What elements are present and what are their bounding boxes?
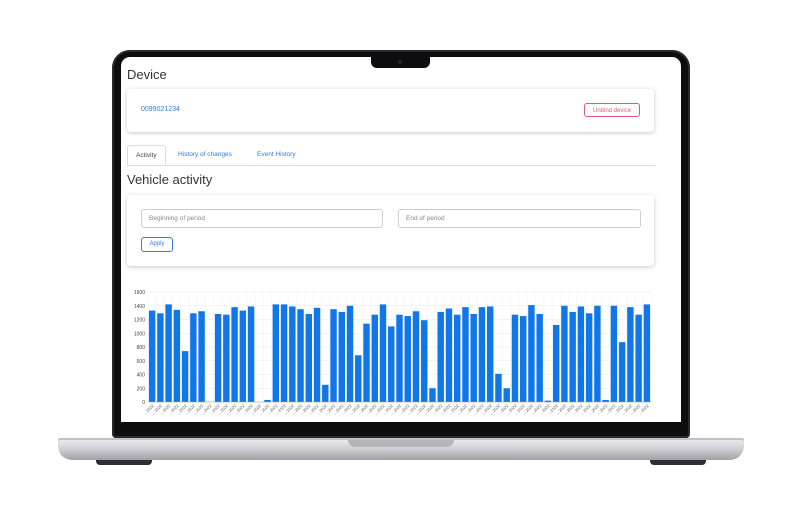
y-tick-label: 600 xyxy=(137,359,146,365)
chart-bar[interactable] xyxy=(223,314,230,402)
chart-bar[interactable] xyxy=(371,314,378,402)
chart-bar[interactable] xyxy=(165,304,172,403)
chart-bar[interactable] xyxy=(305,314,313,402)
chart-bar[interactable] xyxy=(247,306,255,402)
chart-bar[interactable] xyxy=(445,308,453,403)
unbind-device-button[interactable]: Unbind device xyxy=(584,103,640,117)
chart-bar[interactable] xyxy=(511,314,519,402)
chart-bar[interactable] xyxy=(404,316,411,402)
filter-card: Beginning of period End of period Apply xyxy=(127,195,654,266)
page-title: Device xyxy=(127,67,167,82)
chart-bar[interactable] xyxy=(355,355,362,402)
period-start-input[interactable]: Beginning of period xyxy=(141,209,383,228)
chart-bar[interactable] xyxy=(462,307,469,403)
chart-bar[interactable] xyxy=(577,306,585,402)
chart-bar[interactable] xyxy=(412,311,420,402)
tab-bar: Activity History of changes Event Histor… xyxy=(127,145,655,166)
chart-bar[interactable] xyxy=(585,313,593,402)
section-title: Vehicle activity xyxy=(127,172,213,187)
device-card: 0099021234 Unbind device xyxy=(127,89,654,132)
chart-bar[interactable] xyxy=(486,306,494,402)
chart-bar[interactable] xyxy=(289,306,296,402)
chart-bar[interactable] xyxy=(148,310,156,402)
tab-history-of-changes[interactable]: History of changes xyxy=(178,145,232,165)
chart-bar[interactable] xyxy=(388,326,395,403)
chart-bar[interactable] xyxy=(346,305,354,402)
chart-bar[interactable] xyxy=(519,316,527,402)
laptop-foot-left xyxy=(96,460,152,465)
chart-bar[interactable] xyxy=(338,311,345,402)
screen: Device 0099021234 Unbind device Activity… xyxy=(121,57,681,422)
y-tick-label: 1200 xyxy=(134,318,145,324)
chart-bar[interactable] xyxy=(396,314,403,402)
period-end-input[interactable]: End of period xyxy=(398,209,641,228)
screen-bezel xyxy=(121,422,681,434)
chart-bar[interactable] xyxy=(157,313,164,402)
chart-bar[interactable] xyxy=(313,307,321,402)
chart-bar[interactable] xyxy=(602,399,609,402)
chart-bar[interactable] xyxy=(330,309,337,402)
chart-bar[interactable] xyxy=(635,314,642,402)
y-tick-label: 400 xyxy=(137,373,146,379)
chart-bar[interactable] xyxy=(231,307,238,403)
y-tick-label: 1000 xyxy=(134,331,145,337)
chart-bar[interactable] xyxy=(379,304,387,403)
chart-bar[interactable] xyxy=(280,304,288,403)
chart-bar[interactable] xyxy=(198,311,205,402)
y-tick-label: 0 xyxy=(142,400,145,406)
chart-bar[interactable] xyxy=(470,314,477,402)
chart-bar[interactable] xyxy=(173,309,181,403)
y-tick-label: 200 xyxy=(137,386,146,392)
chart-bar[interactable] xyxy=(429,388,436,402)
chart-bar[interactable] xyxy=(297,309,304,402)
chart-bar[interactable] xyxy=(536,314,543,402)
activity-chart: 02004006008001000120014001600…2022…2022…… xyxy=(134,290,652,416)
chart-bar[interactable] xyxy=(421,320,428,402)
chart-bar[interactable] xyxy=(618,342,626,402)
y-tick-label: 1400 xyxy=(134,304,145,310)
chart-bar[interactable] xyxy=(214,314,222,402)
chart-bar[interactable] xyxy=(454,314,461,402)
chart-bar[interactable] xyxy=(190,313,197,402)
chart-bar[interactable] xyxy=(363,323,370,403)
chart-bar[interactable] xyxy=(437,311,444,402)
tab-activity[interactable]: Activity xyxy=(127,145,166,165)
camera-icon xyxy=(398,60,402,64)
chart-bar[interactable] xyxy=(503,388,510,402)
y-tick-label: 1600 xyxy=(134,290,145,296)
laptop-thumb-notch xyxy=(348,440,454,447)
apply-button[interactable]: Apply xyxy=(141,237,173,252)
chart-bar[interactable] xyxy=(264,399,271,402)
chart-bar[interactable] xyxy=(495,373,502,402)
y-tick-label: 800 xyxy=(137,345,146,351)
chart-bar[interactable] xyxy=(561,305,568,402)
chart-bar[interactable] xyxy=(627,307,634,403)
laptop-foot-right xyxy=(650,460,706,465)
chart-bar[interactable] xyxy=(594,305,601,402)
chart-bar[interactable] xyxy=(610,305,618,402)
chart-bar[interactable] xyxy=(272,304,280,403)
chart-bar[interactable] xyxy=(643,304,651,403)
chart-bar[interactable] xyxy=(322,384,329,402)
chart-bar[interactable] xyxy=(478,307,486,403)
device-id-link[interactable]: 0099021234 xyxy=(141,106,180,113)
chart-bar[interactable] xyxy=(569,311,576,402)
chart-bar[interactable] xyxy=(239,310,247,402)
chart-bar[interactable] xyxy=(552,325,560,402)
chart-bar[interactable] xyxy=(181,351,189,403)
chart-bar[interactable] xyxy=(528,305,535,402)
tab-event-history[interactable]: Event History xyxy=(257,145,296,165)
